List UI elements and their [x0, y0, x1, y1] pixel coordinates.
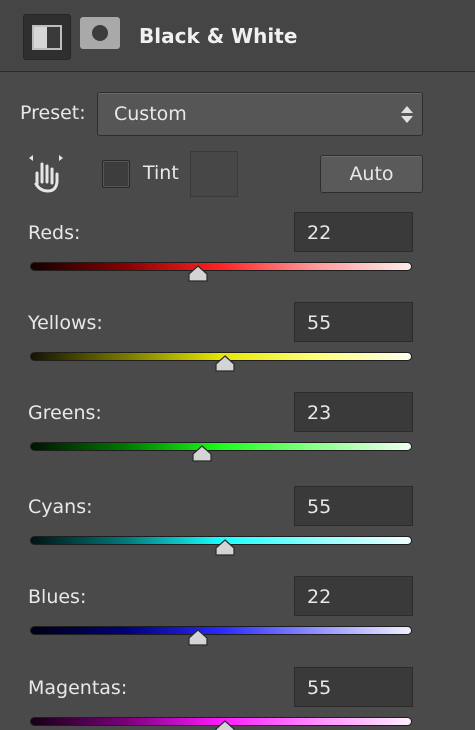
slider-reds: Reds: 22 — [0, 212, 475, 302]
preset-row: Preset: Custom — [0, 92, 475, 138]
slider-label: Yellows: — [28, 312, 103, 334]
slider-value-input[interactable]: 55 — [294, 667, 413, 707]
preset-dropdown[interactable]: Custom — [97, 92, 423, 136]
slider-track[interactable] — [30, 626, 412, 635]
black-white-adjustment-glyph — [32, 25, 62, 50]
slider-label: Blues: — [28, 586, 87, 608]
auto-button[interactable]: Auto — [320, 155, 423, 193]
slider-thumb[interactable] — [187, 265, 209, 283]
slider-greens: Greens: 23 — [0, 392, 475, 482]
layer-mask-dot — [92, 25, 108, 41]
hand-scrubby-icon[interactable] — [26, 154, 66, 194]
slider-value-input[interactable]: 23 — [294, 392, 413, 432]
slider-thumb[interactable] — [187, 629, 209, 647]
slider-track[interactable] — [30, 262, 412, 271]
slider-cyans: Cyans: 55 — [0, 486, 475, 576]
slider-magentas: Magentas: 55 — [0, 667, 475, 730]
slider-value-input[interactable]: 55 — [294, 486, 413, 526]
tint-color-swatch[interactable] — [190, 151, 238, 197]
panel-title: Black & White — [139, 24, 298, 48]
slider-label: Magentas: — [28, 677, 128, 699]
slider-label: Reds: — [28, 222, 81, 244]
slider-value-input[interactable]: 22 — [294, 576, 413, 616]
slider-blues: Blues: 22 — [0, 576, 475, 666]
slider-thumb[interactable] — [214, 720, 236, 730]
preset-label: Preset: — [20, 102, 86, 124]
layer-mask-icon[interactable] — [80, 17, 120, 49]
tools-row: Tint Auto — [0, 150, 475, 198]
slider-label: Greens: — [28, 402, 102, 424]
black-white-adjustment-icon[interactable] — [23, 14, 71, 60]
panel-header: Black & White — [0, 0, 475, 72]
tint-checkbox[interactable] — [102, 160, 130, 188]
slider-thumb[interactable] — [214, 355, 236, 373]
slider-value-input[interactable]: 22 — [294, 212, 413, 252]
slider-label: Cyans: — [28, 496, 93, 518]
dropdown-arrows-icon — [401, 104, 413, 126]
slider-yellows: Yellows: 55 — [0, 302, 475, 392]
slider-thumb[interactable] — [214, 539, 236, 557]
tint-label: Tint — [143, 162, 179, 184]
slider-value-input[interactable]: 55 — [294, 302, 413, 342]
slider-thumb[interactable] — [191, 445, 213, 463]
preset-selected-value: Custom — [114, 103, 187, 125]
slider-track[interactable] — [30, 442, 412, 451]
